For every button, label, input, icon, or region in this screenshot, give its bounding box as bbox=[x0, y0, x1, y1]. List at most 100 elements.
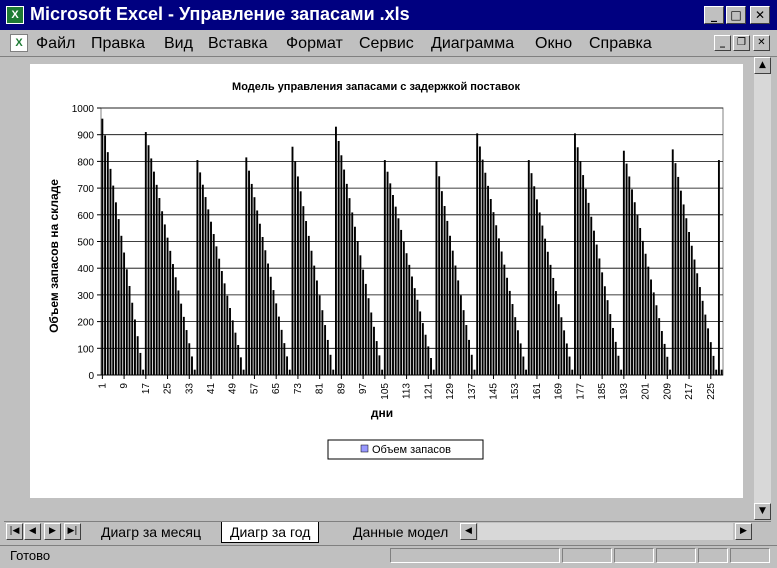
bar bbox=[715, 369, 718, 375]
bar bbox=[424, 334, 427, 375]
bar bbox=[639, 227, 642, 375]
bar bbox=[579, 161, 582, 375]
menu-chart[interactable]: Диаграмма bbox=[431, 35, 514, 53]
bar bbox=[560, 317, 563, 375]
next-sheet-icon[interactable]: ▶ bbox=[44, 523, 61, 540]
menu-help[interactable]: Справка bbox=[589, 35, 652, 53]
last-sheet-icon[interactable]: ▶| bbox=[64, 523, 81, 540]
bar bbox=[489, 199, 492, 375]
hscroll-right-icon[interactable]: ▶ bbox=[735, 523, 752, 540]
bar bbox=[674, 163, 677, 375]
menu-window[interactable]: Окно bbox=[535, 35, 572, 53]
bar bbox=[421, 323, 424, 375]
bar bbox=[552, 277, 555, 375]
doc-minimize-button[interactable]: _ bbox=[714, 35, 731, 51]
bar bbox=[313, 265, 316, 375]
bar bbox=[617, 355, 620, 375]
bar bbox=[549, 264, 552, 375]
bar bbox=[193, 369, 196, 375]
status-panel bbox=[390, 548, 560, 563]
x-tick-label: 41 bbox=[206, 383, 217, 395]
bar bbox=[454, 265, 457, 375]
hscroll-left-icon[interactable]: ◀ bbox=[460, 523, 477, 540]
bar bbox=[576, 147, 579, 375]
prev-sheet-icon[interactable]: ◀ bbox=[24, 523, 41, 540]
bar bbox=[114, 202, 117, 375]
bar bbox=[288, 369, 291, 375]
vertical-scrollbar[interactable] bbox=[754, 57, 771, 520]
menu-file[interactable]: Файл bbox=[36, 35, 75, 53]
bar bbox=[381, 369, 384, 375]
chart-area[interactable]: Модель управления запасами с задержкой п… bbox=[30, 64, 743, 498]
bar bbox=[565, 343, 568, 375]
workbook-icon[interactable]: X bbox=[10, 34, 28, 52]
bar bbox=[142, 369, 145, 375]
bar bbox=[495, 225, 498, 375]
bar bbox=[449, 235, 451, 375]
x-tick-label: 193 bbox=[619, 383, 630, 400]
y-axis-ticks: 0 100 200 300 400 500 600 700 800 900 1000 bbox=[72, 104, 101, 382]
bar bbox=[555, 291, 557, 375]
bar bbox=[522, 356, 525, 375]
status-panel bbox=[656, 548, 696, 563]
bar bbox=[340, 155, 343, 375]
menu-view[interactable]: Вид bbox=[164, 35, 193, 53]
first-sheet-icon[interactable]: |◀ bbox=[6, 523, 23, 540]
bar bbox=[267, 263, 269, 375]
bar bbox=[541, 225, 544, 375]
bar bbox=[679, 190, 682, 375]
x-tick-label: 121 bbox=[423, 383, 434, 400]
bar bbox=[343, 169, 346, 375]
bar bbox=[503, 264, 506, 375]
x-tick-label: 97 bbox=[358, 383, 369, 395]
bar bbox=[109, 168, 112, 375]
bar bbox=[669, 369, 671, 375]
bar bbox=[283, 343, 286, 375]
bar bbox=[693, 259, 696, 375]
bar bbox=[166, 237, 169, 375]
bar bbox=[595, 244, 598, 375]
bar bbox=[468, 339, 470, 375]
y-axis-label: Объем запасов на складе bbox=[47, 179, 61, 333]
maximize-button[interactable]: □ bbox=[726, 6, 746, 24]
menu-insert[interactable]: Вставка bbox=[208, 35, 267, 53]
bar bbox=[128, 286, 131, 375]
bar bbox=[147, 145, 150, 375]
bar bbox=[364, 283, 367, 375]
bar bbox=[277, 316, 280, 375]
tab-model-data[interactable]: Данные модел bbox=[345, 522, 456, 542]
scroll-down-icon[interactable]: ▼ bbox=[754, 503, 771, 520]
doc-close-button[interactable]: ✕ bbox=[753, 35, 770, 51]
bar bbox=[603, 286, 606, 375]
bar bbox=[400, 229, 403, 375]
bar bbox=[291, 146, 294, 375]
x-tick-label: 161 bbox=[532, 383, 543, 400]
close-button[interactable]: ✕ bbox=[750, 6, 770, 24]
bar bbox=[362, 269, 365, 375]
menu-format[interactable]: Формат bbox=[286, 35, 343, 53]
bar bbox=[134, 319, 136, 375]
bar bbox=[459, 295, 462, 375]
bar bbox=[660, 331, 663, 375]
horizontal-scrollbar[interactable] bbox=[478, 523, 733, 540]
menu-edit[interactable]: Правка bbox=[91, 35, 145, 53]
doc-restore-button[interactable]: ❐ bbox=[733, 35, 750, 51]
bar bbox=[609, 314, 612, 375]
bar bbox=[332, 369, 335, 375]
minimize-button[interactable]: _ bbox=[704, 6, 724, 24]
bar bbox=[438, 176, 441, 375]
scroll-up-icon[interactable]: ▲ bbox=[754, 57, 771, 74]
chart-svg: Модель управления запасами с задержкой п… bbox=[47, 81, 724, 460]
bar bbox=[598, 258, 601, 375]
bar bbox=[508, 290, 511, 375]
legend-label: Объем запасов bbox=[372, 444, 451, 456]
status-panel bbox=[698, 548, 728, 563]
excel-icon[interactable]: X bbox=[6, 6, 24, 24]
tab-year-chart[interactable]: Диагр за год bbox=[221, 522, 320, 543]
bar bbox=[136, 336, 139, 375]
menu-tools[interactable]: Сервис bbox=[359, 35, 414, 53]
x-tick-label: 105 bbox=[380, 383, 391, 400]
bar bbox=[324, 325, 327, 375]
tab-month-chart[interactable]: Диагр за месяц bbox=[93, 522, 209, 542]
x-tick-label: 153 bbox=[510, 383, 521, 400]
